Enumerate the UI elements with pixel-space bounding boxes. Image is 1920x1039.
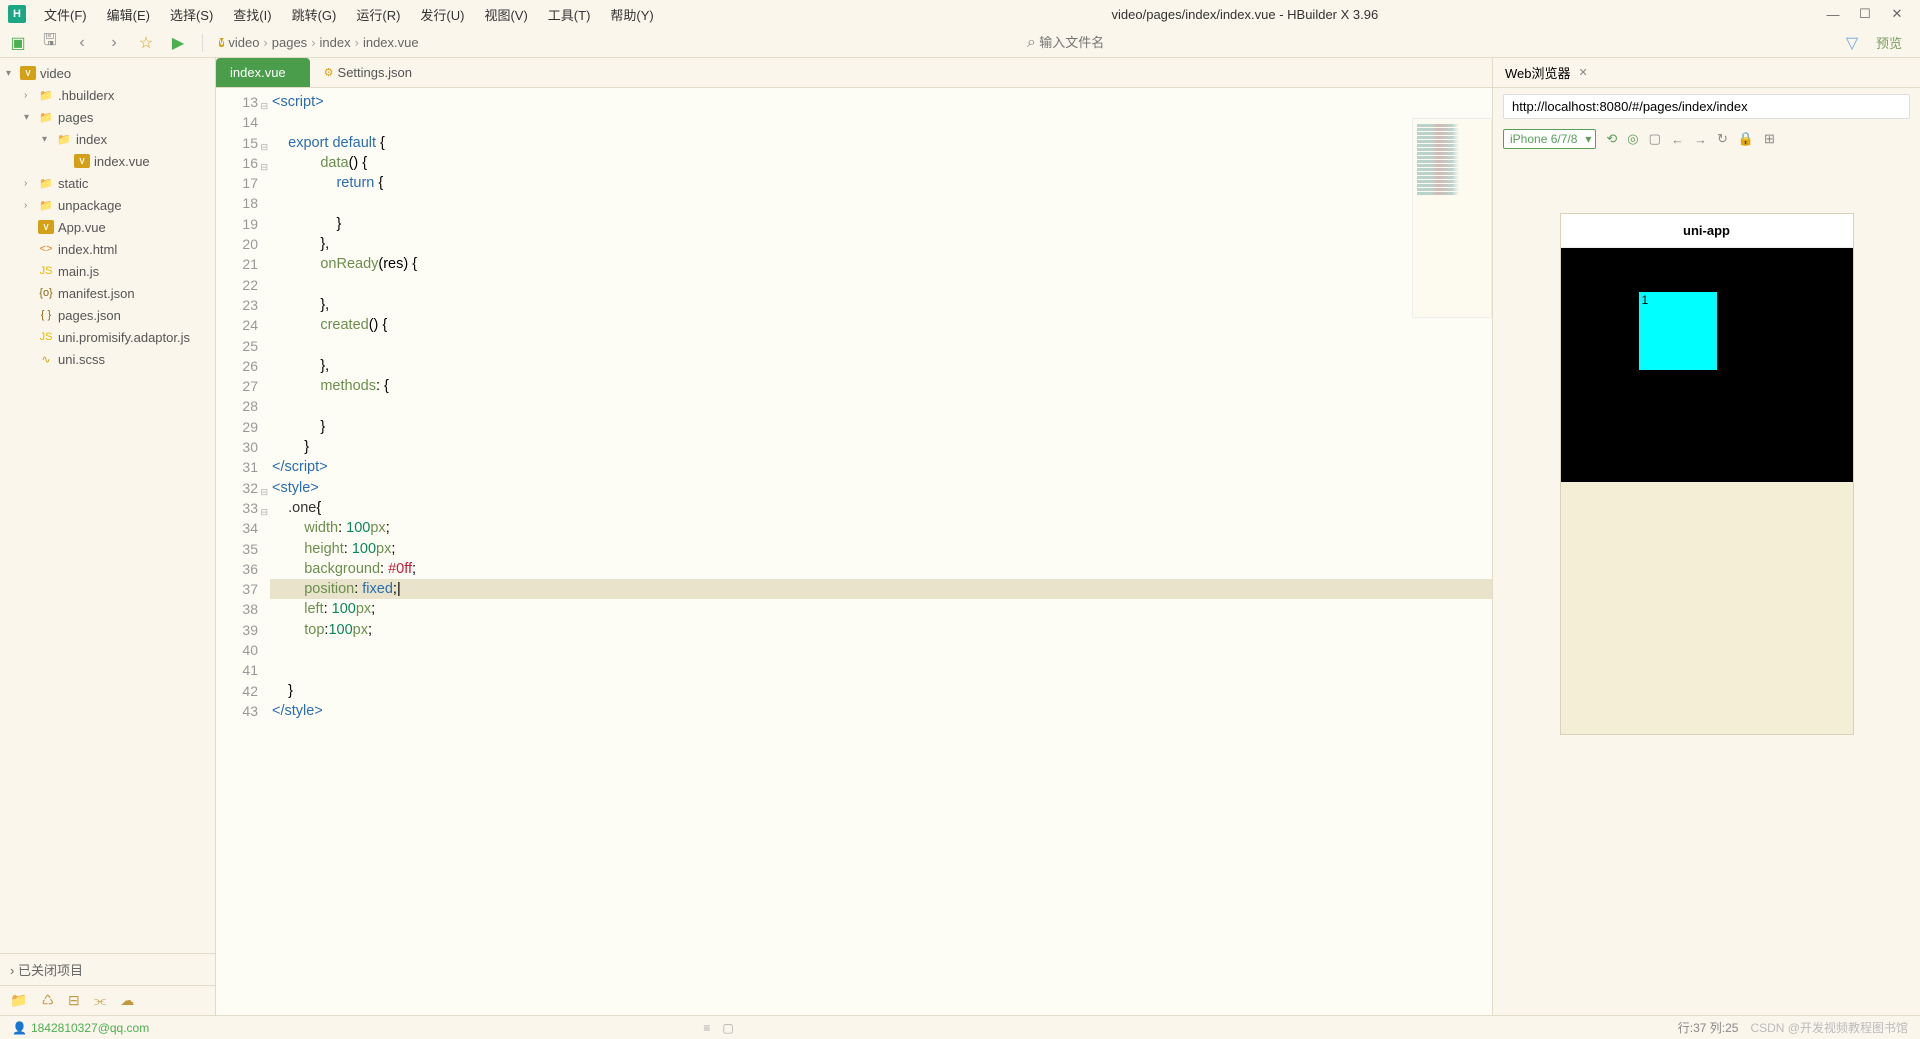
cursor-position: 行:37 列:25 xyxy=(1678,1019,1739,1036)
tree-item[interactable]: ∿uni.scss xyxy=(0,348,215,370)
lock-icon[interactable]: 🔒 xyxy=(1738,131,1754,147)
menu-item[interactable]: 查找(I) xyxy=(223,1,281,28)
menu-item[interactable]: 运行(R) xyxy=(346,1,410,28)
terminal-icon[interactable]: ▢ xyxy=(722,1021,733,1035)
url-input[interactable] xyxy=(1503,94,1910,119)
link-icon[interactable]: ⫘ xyxy=(94,992,107,1009)
breadcrumb-item[interactable]: index xyxy=(320,35,351,50)
tree-item[interactable]: JSmain.js xyxy=(0,260,215,282)
tree-item[interactable]: ▾Vvideo xyxy=(0,62,215,84)
preview-tab[interactable]: Web浏览器 ✕ xyxy=(1493,58,1920,88)
toolbar: ▣ 🖫 ‹ › ☆ ▶ V video › pages › index › in… xyxy=(0,28,1920,58)
file-tree: ▾Vvideo›📁.hbuilderx▾📁pages▾📁indexVindex.… xyxy=(0,58,215,953)
gear-icon: ⚙ xyxy=(324,66,334,79)
vue-icon: V xyxy=(219,38,224,47)
watermark: CSDN @开发视频教程图书馆 xyxy=(1750,1019,1908,1036)
phone-lower xyxy=(1561,482,1853,734)
forward-icon[interactable]: › xyxy=(106,35,122,51)
preview-panel: Web浏览器 ✕ iPhone 6/7/8 ⟲ ◎ ▢ ← → ↻ 🔒 ⊞ un… xyxy=(1492,58,1920,1015)
breadcrumb-item[interactable]: video xyxy=(228,35,259,50)
qr-icon[interactable]: ⊞ xyxy=(1764,131,1775,147)
nav-forward-icon[interactable]: → xyxy=(1694,132,1707,147)
editor-tabs: index.vue ⚙Settings.json xyxy=(216,58,1492,88)
folder-icon[interactable]: 📁 xyxy=(10,992,27,1009)
cloud-icon[interactable]: ☁ xyxy=(120,992,134,1009)
phone-frame: uni-app 1 xyxy=(1560,213,1854,735)
select-icon[interactable]: ▢ xyxy=(1649,131,1661,147)
refresh-icon[interactable]: ⟲ xyxy=(1606,131,1617,147)
separator xyxy=(202,34,203,52)
tree-item[interactable]: {o}manifest.json xyxy=(0,282,215,304)
user-icon: 👤 xyxy=(12,1021,27,1035)
phone-viewport: 1 xyxy=(1561,248,1853,482)
preview-toolbar: iPhone 6/7/8 ⟲ ◎ ▢ ← → ↻ 🔒 ⊞ xyxy=(1493,125,1920,153)
menu-item[interactable]: 帮助(Y) xyxy=(600,1,663,28)
menubar: H 文件(F)编辑(E)选择(S)查找(I)跳转(G)运行(R)发行(U)视图(… xyxy=(0,0,1920,28)
tree-item[interactable]: ›📁static xyxy=(0,172,215,194)
tree-item[interactable]: <>index.html xyxy=(0,238,215,260)
nav-back-icon[interactable]: ← xyxy=(1671,132,1684,147)
status-email[interactable]: 1842810327@qq.com xyxy=(31,1021,149,1035)
app-logo: H xyxy=(8,5,26,23)
menu-item[interactable]: 视图(V) xyxy=(474,1,537,28)
filter-icon[interactable]: ▽ xyxy=(1844,35,1860,51)
maximize-icon[interactable]: ☐ xyxy=(1858,7,1872,21)
menu-item[interactable]: 选择(S) xyxy=(160,1,223,28)
line-gutter: 13⊟1415⊟16⊟17181920212223242526272829303… xyxy=(216,88,270,1015)
file-search-input[interactable] xyxy=(1039,35,1239,51)
app-header: uni-app xyxy=(1561,214,1853,248)
tree-item[interactable]: ▾📁pages xyxy=(0,106,215,128)
sync-icon[interactable]: ♺ xyxy=(41,992,54,1009)
run-icon[interactable]: ▶ xyxy=(170,35,186,51)
tree-item[interactable]: ›📁unpackage xyxy=(0,194,215,216)
breadcrumb: V video › pages › index › index.vue xyxy=(219,35,419,50)
tree-item[interactable]: ▾📁index xyxy=(0,128,215,150)
sidebar: ▾Vvideo›📁.hbuilderx▾📁pages▾📁indexVindex.… xyxy=(0,58,216,1015)
tree-item[interactable]: { }pages.json xyxy=(0,304,215,326)
new-file-icon[interactable]: ▣ xyxy=(10,35,26,51)
menu-item[interactable]: 文件(F) xyxy=(34,1,97,28)
menu-item[interactable]: 跳转(G) xyxy=(282,1,347,28)
back-icon[interactable]: ‹ xyxy=(74,35,90,51)
statusbar: 👤 1842810327@qq.com ≡ ▢ 行:37 列:25 CSDN @… xyxy=(0,1015,1920,1039)
tree-item[interactable]: ›📁.hbuilderx xyxy=(0,84,215,106)
code-editor[interactable]: <script> export default { data() { retur… xyxy=(270,88,1492,1015)
breadcrumb-item[interactable]: index.vue xyxy=(363,35,419,50)
minimize-icon[interactable]: — xyxy=(1826,7,1840,21)
list-icon[interactable]: ≡ xyxy=(703,1021,710,1035)
one-box: 1 xyxy=(1639,292,1717,370)
tree-item[interactable]: Vindex.vue xyxy=(0,150,215,172)
breadcrumb-item[interactable]: pages xyxy=(272,35,307,50)
tree-item[interactable]: JSuni.promisify.adaptor.js xyxy=(0,326,215,348)
search-icon: ⌕ xyxy=(1023,35,1039,51)
closed-projects[interactable]: › 已关闭项目 xyxy=(0,953,215,985)
device-select[interactable]: iPhone 6/7/8 xyxy=(1503,129,1596,149)
tree-item[interactable]: VApp.vue xyxy=(0,216,215,238)
star-icon[interactable]: ☆ xyxy=(138,35,154,51)
menu-item[interactable]: 发行(U) xyxy=(410,1,474,28)
preview-button[interactable]: 预览 xyxy=(1876,33,1902,52)
tab-index-vue[interactable]: index.vue xyxy=(216,58,310,87)
reload-icon[interactable]: ↻ xyxy=(1717,131,1728,147)
menu-item[interactable]: 工具(T) xyxy=(538,1,601,28)
close-icon[interactable]: ✕ xyxy=(1579,66,1588,79)
sidebar-bottom-icons: 📁 ♺ ⊟ ⫘ ☁ xyxy=(0,985,215,1015)
editor-area: index.vue ⚙Settings.json 13⊟1415⊟16⊟1718… xyxy=(216,58,1492,1015)
menu-item[interactable]: 编辑(E) xyxy=(97,1,160,28)
target-icon[interactable]: ◎ xyxy=(1627,131,1638,147)
minimap[interactable] xyxy=(1412,118,1492,318)
collapse-icon[interactable]: ⊟ xyxy=(68,992,80,1009)
save-icon[interactable]: 🖫 xyxy=(42,35,58,51)
window-title: video/pages/index/index.vue - HBuilder X… xyxy=(664,7,1826,22)
tab-settings-json[interactable]: ⚙Settings.json xyxy=(310,58,436,87)
close-icon[interactable]: ✕ xyxy=(1890,7,1904,21)
